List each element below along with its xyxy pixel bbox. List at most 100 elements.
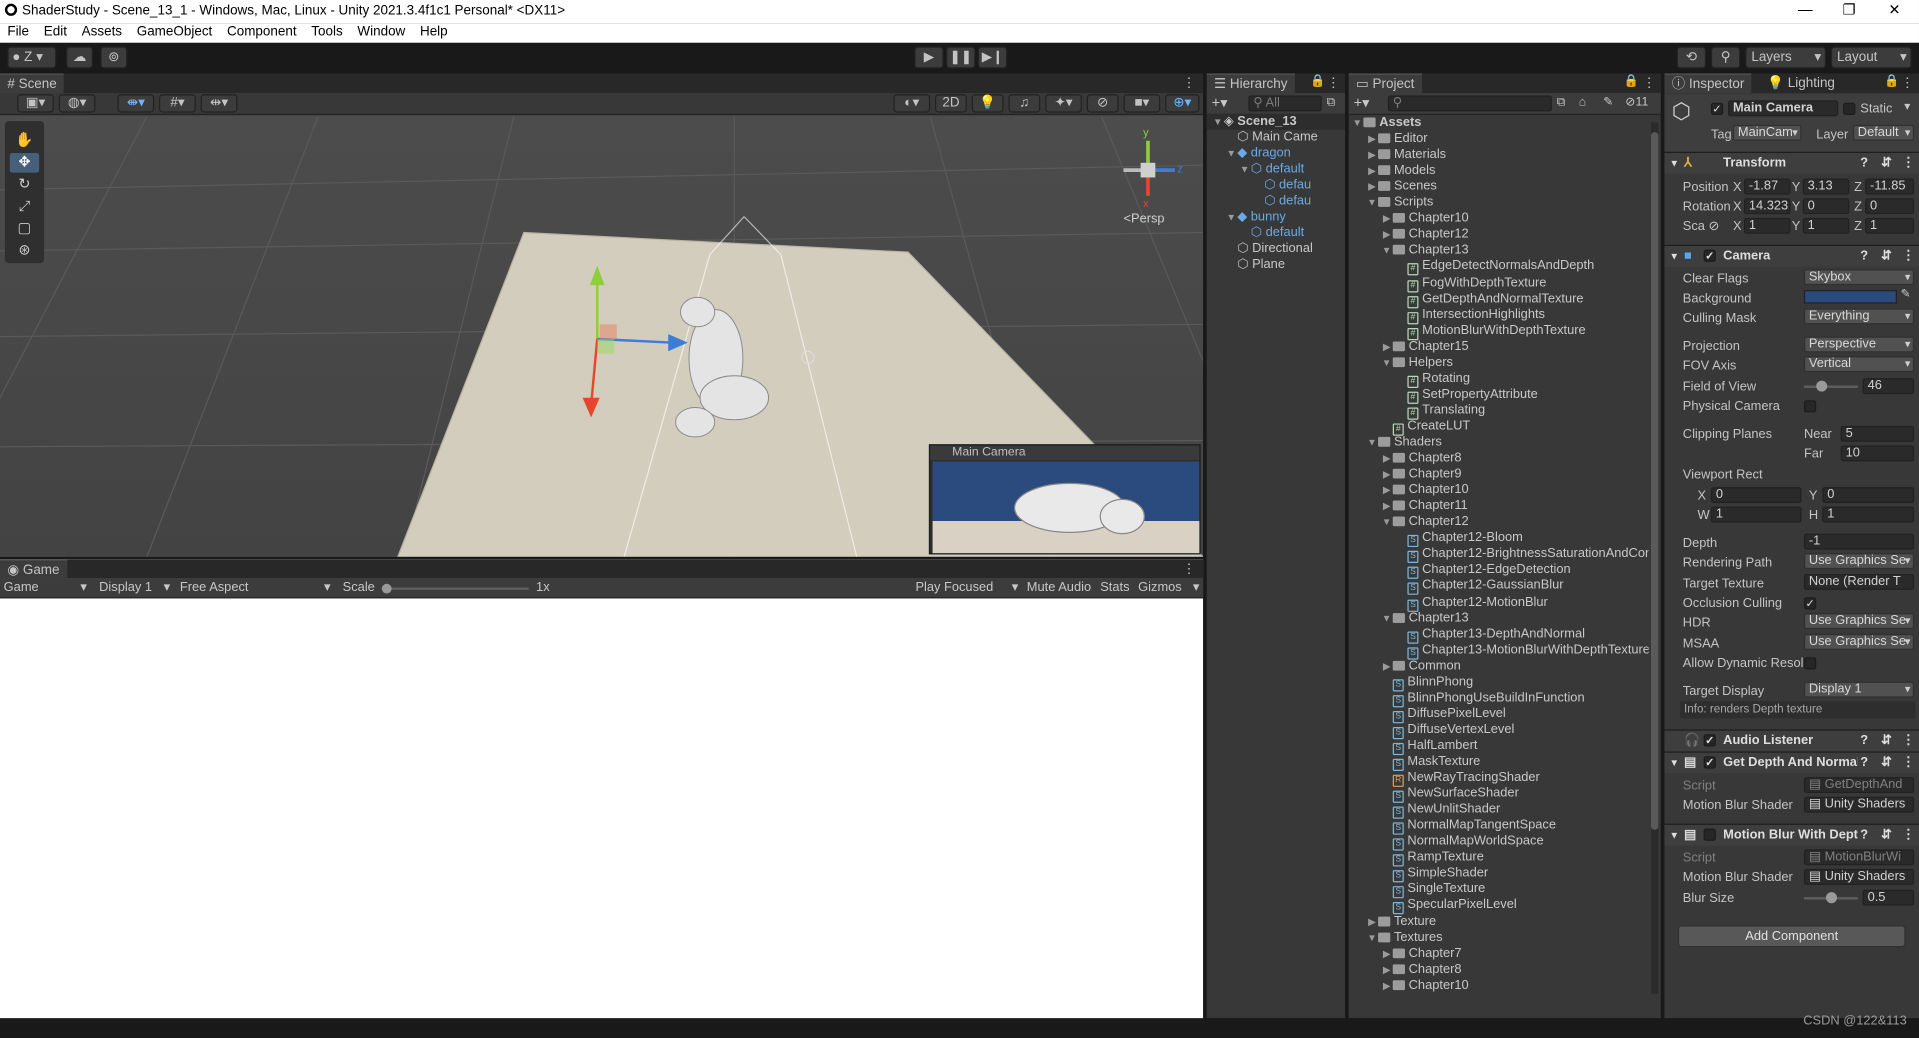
menu-gameobject[interactable]: GameObject (137, 23, 213, 41)
project-folder[interactable]: ▼ Chapter12 (1381, 514, 1469, 530)
transform-help-icon[interactable]: ? (1860, 153, 1868, 174)
fov-axis-dropdown[interactable]: Vertical (1803, 356, 1915, 373)
project-asset[interactable]: S HalfLambert (1381, 738, 1477, 756)
viewport-x-field[interactable]: 0 (1710, 487, 1802, 504)
motion-blur-checkbox[interactable] (1703, 828, 1716, 841)
project-scrollbar[interactable] (1650, 122, 1659, 994)
collab-icon[interactable]: ⊚ (100, 46, 128, 69)
audio-help-icon[interactable]: ? (1860, 731, 1868, 752)
menu-assets[interactable]: Assets (82, 23, 122, 41)
project-folder[interactable]: ▼ Chapter13 (1381, 243, 1469, 259)
panel-menu-icon[interactable]: ⋮ (1182, 75, 1195, 91)
dynamic-resolution-checkbox[interactable] (1803, 657, 1817, 670)
viewport-y-field[interactable]: 0 (1822, 487, 1915, 504)
expand-arrow-icon[interactable]: ▶ (1381, 658, 1393, 674)
hierarchy-menu-icon[interactable]: ⋮ (1327, 75, 1340, 91)
expand-arrow-icon[interactable]: ▶ (1381, 962, 1393, 978)
project-asset[interactable]: S SpecularPixelLevel (1381, 898, 1517, 915)
project-favorite-icon[interactable]: ✎ (1603, 95, 1613, 108)
projection-dropdown[interactable]: Perspective (1803, 336, 1915, 353)
expand-arrow-icon[interactable]: ▶ (1381, 946, 1393, 962)
scale-link-icon[interactable]: ⊘ (1709, 219, 1720, 234)
motion-blur-preset-icon[interactable]: ⇵ (1881, 825, 1892, 846)
camera-settings-dropdown[interactable]: ■▾ (1123, 94, 1161, 113)
hdr-dropdown[interactable]: Use Graphics Se (1803, 613, 1915, 630)
hierarchy-filter-icon[interactable]: ⧉ (1327, 95, 1336, 108)
menu-component[interactable]: Component (227, 23, 297, 41)
get-depth-checkbox[interactable]: ✓ (1703, 756, 1716, 769)
project-asset[interactable]: S Chapter12-BrightnessSaturationAndCor (1395, 546, 1649, 564)
get-depth-menu-icon[interactable]: ⋮ (1902, 753, 1915, 774)
project-filter-type-icon[interactable]: ⧉ (1557, 95, 1566, 108)
project-asset[interactable]: S Chapter12-EdgeDetection (1395, 562, 1571, 580)
search-icon[interactable]: ⚲ (1710, 46, 1741, 69)
occlusion-culling-checkbox[interactable]: ✓ (1803, 597, 1817, 610)
camera-header[interactable]: ▼ ■ ✓ Camera ? ⇵ ⋮ (1664, 244, 1919, 267)
rendering-path-dropdown[interactable]: Use Graphics Se (1803, 553, 1915, 570)
project-scrollbar-thumb[interactable] (1650, 132, 1659, 830)
project-folder[interactable]: ▼ Assets (1351, 115, 1421, 131)
transform-menu-icon[interactable]: ⋮ (1902, 153, 1915, 174)
expand-arrow-icon[interactable]: ▶ (1366, 179, 1378, 195)
hierarchy-item[interactable]: ▼⬡ default (1239, 162, 1304, 178)
physical-camera-checkbox[interactable] (1803, 400, 1817, 413)
visibility-icon[interactable]: ⊘ (1086, 94, 1119, 113)
minimize-icon[interactable]: — (1793, 1, 1817, 18)
project-asset[interactable]: R NewRayTracingShader (1381, 770, 1540, 787)
mute-audio-toggle[interactable]: Mute Audio (1027, 580, 1091, 595)
scale-tool-icon[interactable]: ⤢ (10, 197, 39, 217)
transform-pos-z-field[interactable]: -11.85 (1865, 178, 1915, 195)
transform-pos-y-field[interactable]: 3.13 (1802, 178, 1850, 195)
far-field[interactable]: 10 (1840, 445, 1915, 462)
grid-dropdown[interactable]: #▾ (159, 94, 196, 113)
project-folder[interactable]: ▶ Chapter8 (1381, 450, 1462, 466)
expand-arrow-icon[interactable]: ▶ (1366, 163, 1378, 179)
transform-tool-icon[interactable]: ⊛ (10, 241, 39, 261)
expand-arrow-icon[interactable]: ▶ (1366, 131, 1378, 147)
motion-blur-help-icon[interactable]: ? (1860, 825, 1868, 846)
project-folder[interactable]: ▶ Materials (1366, 147, 1446, 163)
toggle-2d-button[interactable]: 2D (935, 94, 967, 113)
tab-inspector[interactable]: ⓘ Inspector (1664, 73, 1752, 94)
project-asset[interactable]: S NewUnlitShader (1381, 802, 1500, 819)
expand-arrow-icon[interactable]: ▼ (1381, 514, 1393, 530)
get-depth-shader-field[interactable]: ▤ Unity Shaders (1803, 796, 1915, 813)
cloud-icon[interactable]: ☁ (66, 46, 94, 69)
audio-listener-header[interactable]: 🎧 ✓ Audio Listener ? ⇵ ⋮ (1664, 729, 1919, 752)
active-checkbox[interactable]: ✓ (1710, 102, 1724, 116)
expand-arrow-icon[interactable]: ▼ (1366, 930, 1378, 946)
project-asset[interactable]: S Chapter13-DepthAndNormal (1395, 626, 1585, 644)
hierarchy-search-input[interactable]: ⚲ All (1248, 95, 1322, 112)
expand-arrow-icon[interactable]: ▼ (1239, 162, 1251, 178)
project-asset[interactable]: S DiffusePixelLevel (1381, 706, 1506, 724)
background-color-swatch[interactable] (1803, 290, 1897, 304)
gizmos-toggle-dropdown[interactable]: ⊕▾ (1165, 94, 1200, 113)
project-menu-icon[interactable]: ⋮ (1642, 75, 1655, 91)
project-folder[interactable]: ▶ Chapter7 (1381, 946, 1462, 962)
expand-arrow-icon[interactable]: ▶ (1381, 211, 1393, 227)
project-asset[interactable]: S NewSurfaceShader (1381, 786, 1519, 803)
orientation-gizmo[interactable]: y z x <Persp (1116, 126, 1189, 226)
static-checkbox[interactable] (1843, 102, 1856, 116)
project-folder[interactable]: ▶ Chapter10 (1381, 977, 1469, 993)
project-hidden-icon[interactable]: ⊘11 (1625, 95, 1648, 108)
expand-arrow-icon[interactable]: ▼ (1381, 355, 1393, 371)
fov-slider-thumb[interactable] (1816, 380, 1828, 392)
add-component-button[interactable]: Add Component (1677, 925, 1906, 948)
camera-menu-icon[interactable]: ⋮ (1902, 246, 1915, 267)
project-asset[interactable]: # Translating (1395, 403, 1485, 420)
scene-viewport[interactable]: ✋ ✥ ↻ ⤢ ▢ ⊛ y z x <Persp Main Camera (0, 116, 1204, 557)
project-asset[interactable]: # CreateLUT (1381, 418, 1470, 436)
hierarchy-lock-icon[interactable]: 🔒 (1310, 75, 1325, 88)
hierarchy-item[interactable]: ⬡ defau (1252, 177, 1311, 193)
tab-scene[interactable]: # Scene (0, 73, 65, 94)
project-asset[interactable]: S MaskTexture (1381, 754, 1480, 772)
msaa-dropdown[interactable]: Use Graphics Se (1803, 633, 1915, 650)
get-depth-help-icon[interactable]: ? (1860, 753, 1868, 774)
increment-dropdown[interactable]: ⇹▾ (200, 94, 238, 113)
fov-slider-track[interactable] (1803, 385, 1858, 388)
motion-blur-menu-icon[interactable]: ⋮ (1902, 825, 1915, 846)
gizmos-dropdown[interactable]: Gizmos ▾ (1138, 580, 1199, 595)
game-view[interactable] (0, 598, 1204, 1019)
hierarchy-item[interactable]: ⬡ default (1239, 225, 1304, 241)
